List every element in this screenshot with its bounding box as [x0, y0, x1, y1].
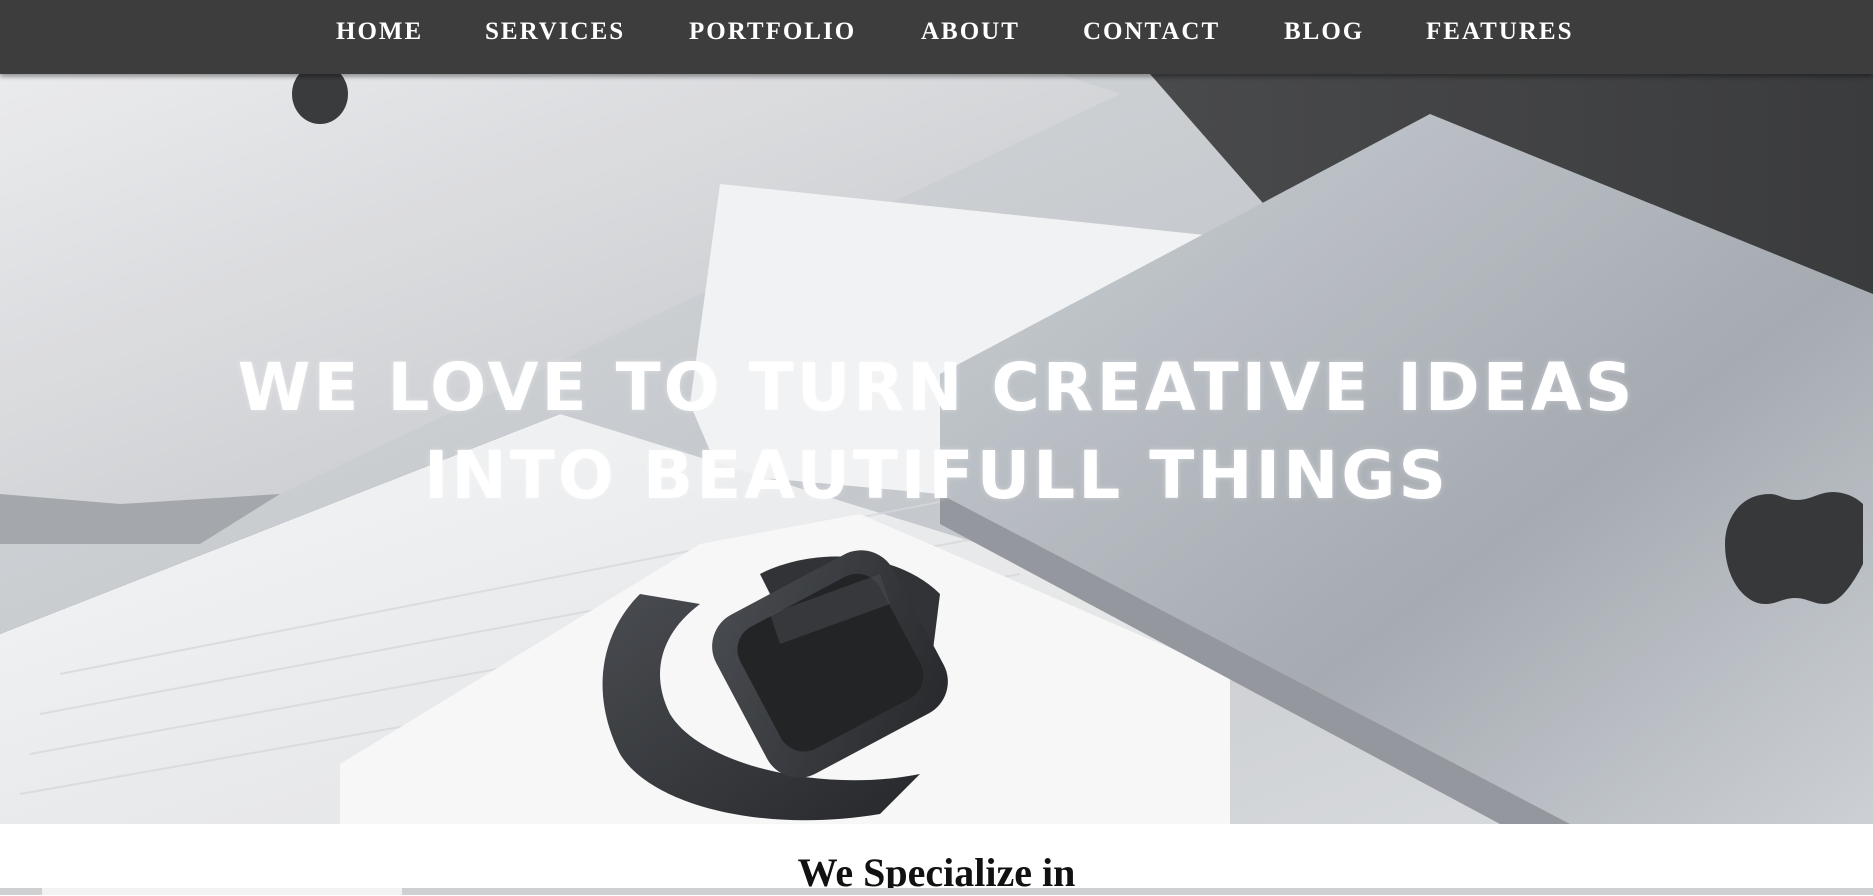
hero-headline: WE LOVE TO TURN CREATIVE IDEAS INTO BEAU…	[0, 344, 1873, 520]
nav-item-services[interactable]: SERVICES	[485, 18, 625, 46]
nav-item-about[interactable]: ABOUT	[921, 18, 1020, 46]
nav-item-home[interactable]: HOME	[336, 18, 423, 46]
nav-item-contact[interactable]: CONTACT	[1083, 18, 1220, 46]
content-card-edge	[42, 888, 402, 895]
nav-menu: HOME SERVICES PORTFOLIO ABOUT CONTACT BL…	[0, 0, 1873, 74]
top-navbar: HOME SERVICES PORTFOLIO ABOUT CONTACT BL…	[0, 0, 1873, 74]
hero-headline-line-2: INTO BEAUTIFULL THINGS	[423, 437, 1450, 514]
nav-item-portfolio[interactable]: PORTFOLIO	[689, 18, 856, 46]
hero-headline-line-1: WE LOVE TO TURN CREATIVE IDEAS	[237, 349, 1636, 426]
nav-item-features[interactable]: FEATURES	[1426, 18, 1574, 46]
nav-item-blog[interactable]: BLOG	[1284, 18, 1364, 46]
hero-banner: WE LOVE TO TURN CREATIVE IDEAS INTO BEAU…	[0, 74, 1873, 824]
